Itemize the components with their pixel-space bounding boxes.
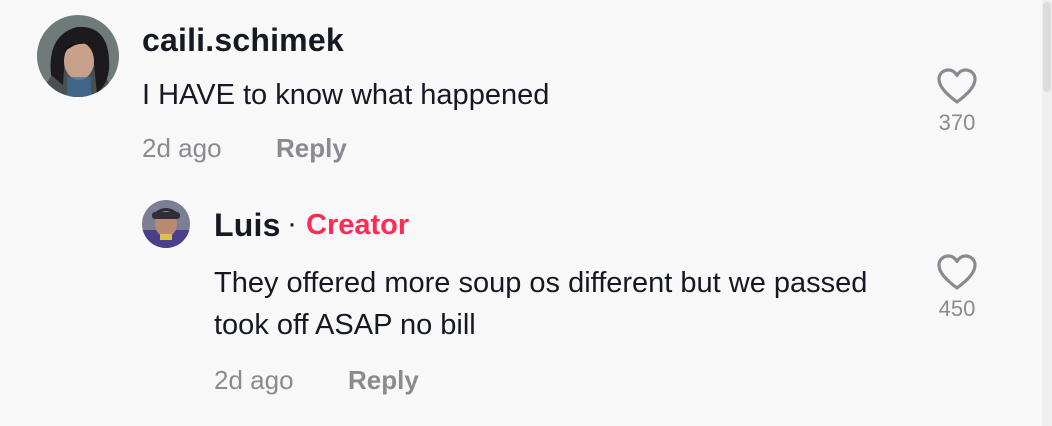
reply-reply-button[interactable]: Reply [348, 365, 419, 396]
avatar-luis[interactable] [142, 200, 190, 248]
reply-username[interactable]: Luis [214, 207, 281, 244]
comment-reply-button[interactable]: Reply [276, 133, 347, 164]
creator-separator: · [287, 207, 297, 240]
scrollbar-thumb[interactable] [1043, 2, 1051, 92]
reply-timestamp: 2d ago [214, 365, 294, 395]
avatar-image [37, 15, 119, 97]
reply-like-count: 450 [938, 296, 976, 321]
comment-text: I HAVE to know what happened [142, 79, 550, 111]
heart-outline-icon [937, 254, 977, 290]
reply-text: They offered more soup os different but … [214, 267, 868, 341]
comment-like-count: 370 [938, 110, 976, 135]
comment-username[interactable]: caili.schimek [142, 22, 344, 59]
avatar-image [142, 200, 190, 248]
scrollbar-track[interactable] [1042, 0, 1052, 426]
comment-timestamp: 2d ago [142, 133, 222, 163]
heart-outline-icon [937, 68, 977, 104]
creator-badge: Creator [306, 209, 410, 241]
reply-like-button[interactable]: 450 [917, 252, 997, 322]
comment-like-button[interactable]: 370 [917, 66, 997, 136]
avatar-caili-schimek[interactable] [37, 15, 119, 97]
